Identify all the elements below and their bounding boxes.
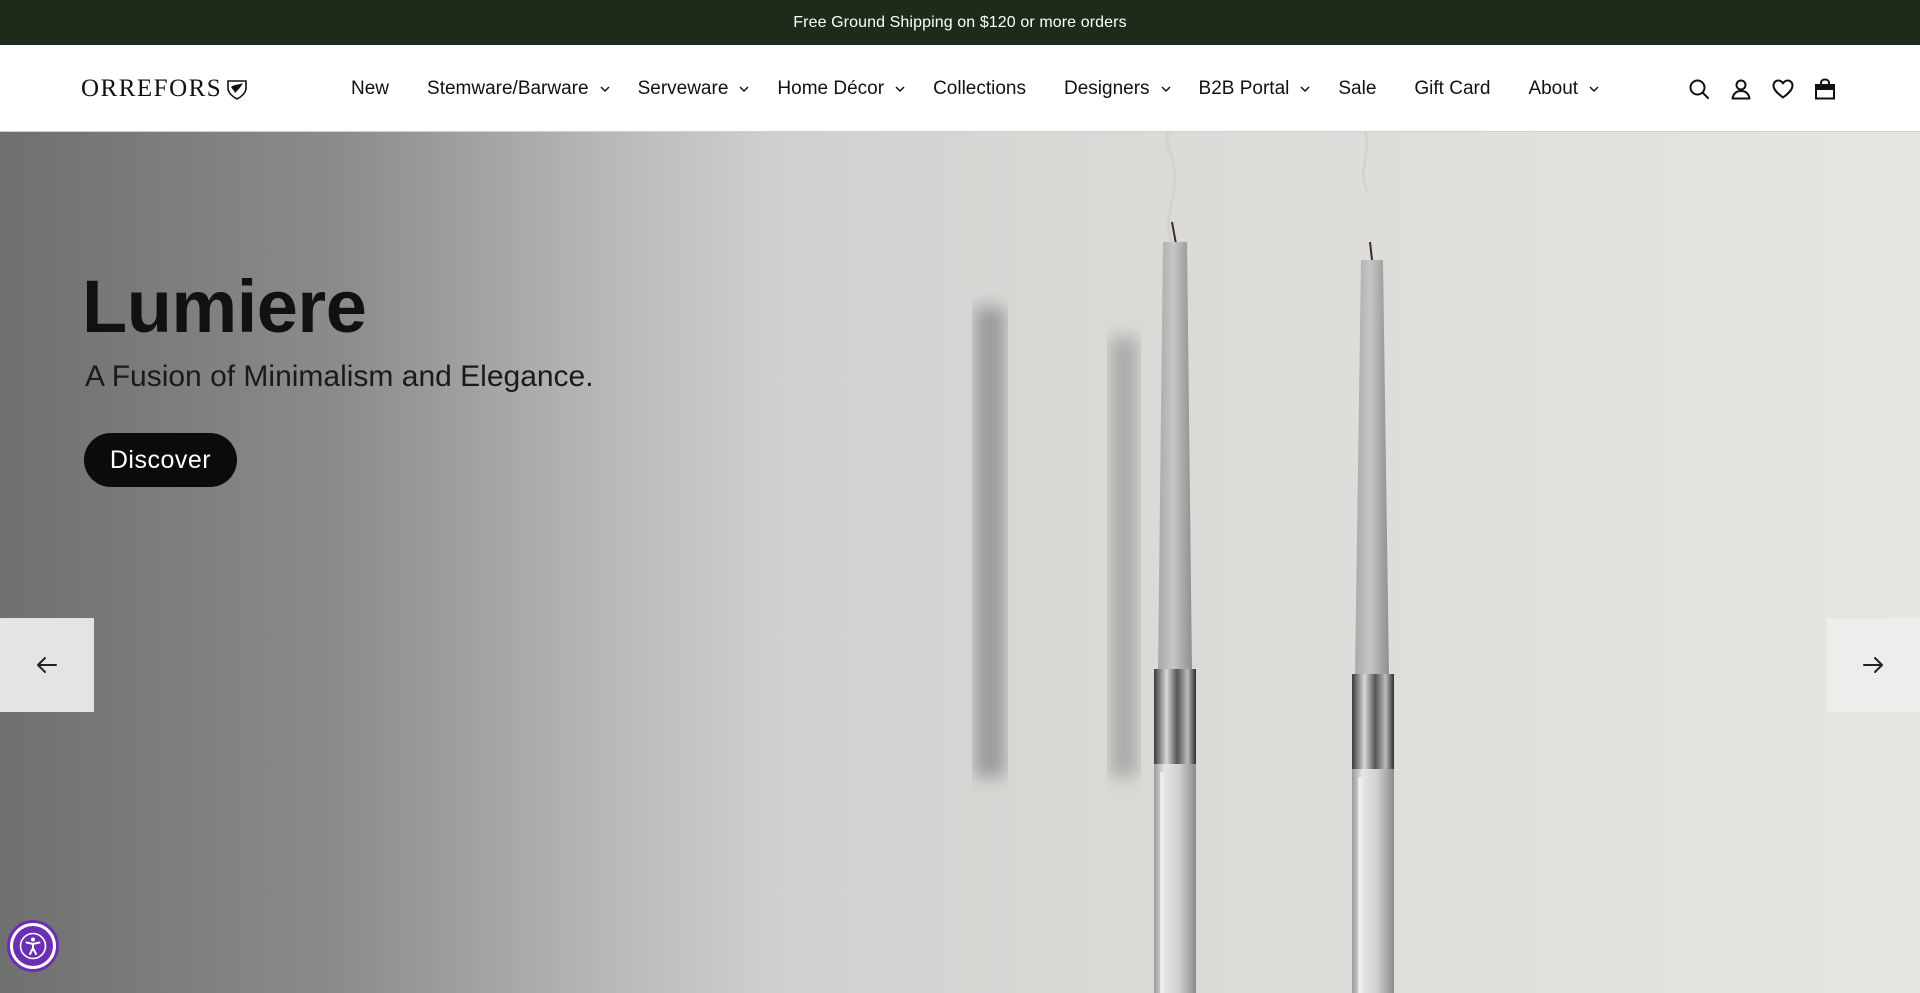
nav-item-label: Serveware [637, 77, 729, 99]
site-header: ORREFORS New Stemware/Barware Serveware … [0, 45, 1920, 132]
nav-item-label: Home Décor [777, 77, 885, 99]
nav-item-label: About [1528, 77, 1579, 99]
nav-item-collections[interactable]: Collections [933, 78, 1026, 100]
chevron-down-icon [1300, 85, 1310, 92]
nav-item-label: Sale [1338, 77, 1377, 99]
hero-banner [0, 132, 1920, 993]
nav-item-gift-card[interactable]: Gift Card [1414, 78, 1490, 100]
nav-item-home-decor[interactable]: Home Décor [777, 78, 906, 100]
hero-candles-image [975, 132, 1394, 993]
nav-item-b2b-portal[interactable]: B2B Portal [1199, 78, 1312, 100]
carousel-next-button[interactable] [1826, 618, 1920, 712]
nav-item-label: Designers [1064, 77, 1150, 99]
nav-item-stemware-barware[interactable]: Stemware/Barware [427, 78, 611, 100]
logo-wordmark: ORREFORS [81, 75, 223, 102]
search-icon[interactable] [1687, 76, 1711, 102]
chevron-down-icon [895, 85, 905, 92]
chevron-down-icon [1589, 85, 1599, 92]
nav-item-sale[interactable]: Sale [1338, 78, 1376, 100]
wishlist-heart-icon[interactable] [1771, 76, 1795, 102]
chevron-down-icon [1161, 85, 1171, 92]
cart-bag-icon[interactable] [1813, 76, 1837, 102]
nav-item-label: B2B Portal [1198, 77, 1290, 99]
brand-logo[interactable]: ORREFORS [81, 75, 248, 103]
accessibility-button[interactable] [7, 920, 59, 972]
nav-item-label: Stemware/Barware [427, 77, 589, 99]
main-nav: New Stemware/Barware Serveware Home Déco… [351, 45, 1600, 132]
nav-item-new[interactable]: New [351, 78, 389, 100]
announcement-text: Free Ground Shipping on $120 or more ord… [793, 13, 1127, 31]
nav-item-label: Gift Card [1414, 77, 1491, 99]
header-icons [1687, 45, 1837, 132]
nav-item-designers[interactable]: Designers [1064, 78, 1172, 100]
discover-button[interactable]: Discover [84, 433, 237, 487]
shield-logo-icon [226, 78, 248, 100]
arrow-left-icon [37, 657, 57, 673]
account-icon[interactable] [1729, 76, 1753, 102]
chevron-down-icon [600, 85, 610, 92]
nav-item-label: New [351, 77, 390, 99]
carousel-prev-button[interactable] [0, 618, 94, 712]
hero-title: Lumiere [82, 265, 367, 348]
accessibility-icon [13, 926, 53, 966]
hero-subtitle: A Fusion of Minimalism and Elegance. [85, 360, 594, 393]
nav-item-label: Collections [933, 77, 1026, 99]
nav-item-serveware[interactable]: Serveware [638, 78, 751, 100]
chevron-down-icon [739, 85, 749, 92]
nav-item-about[interactable]: About [1528, 78, 1600, 100]
announcement-bar: Free Ground Shipping on $120 or more ord… [0, 0, 1920, 45]
arrow-right-icon [1863, 657, 1883, 673]
